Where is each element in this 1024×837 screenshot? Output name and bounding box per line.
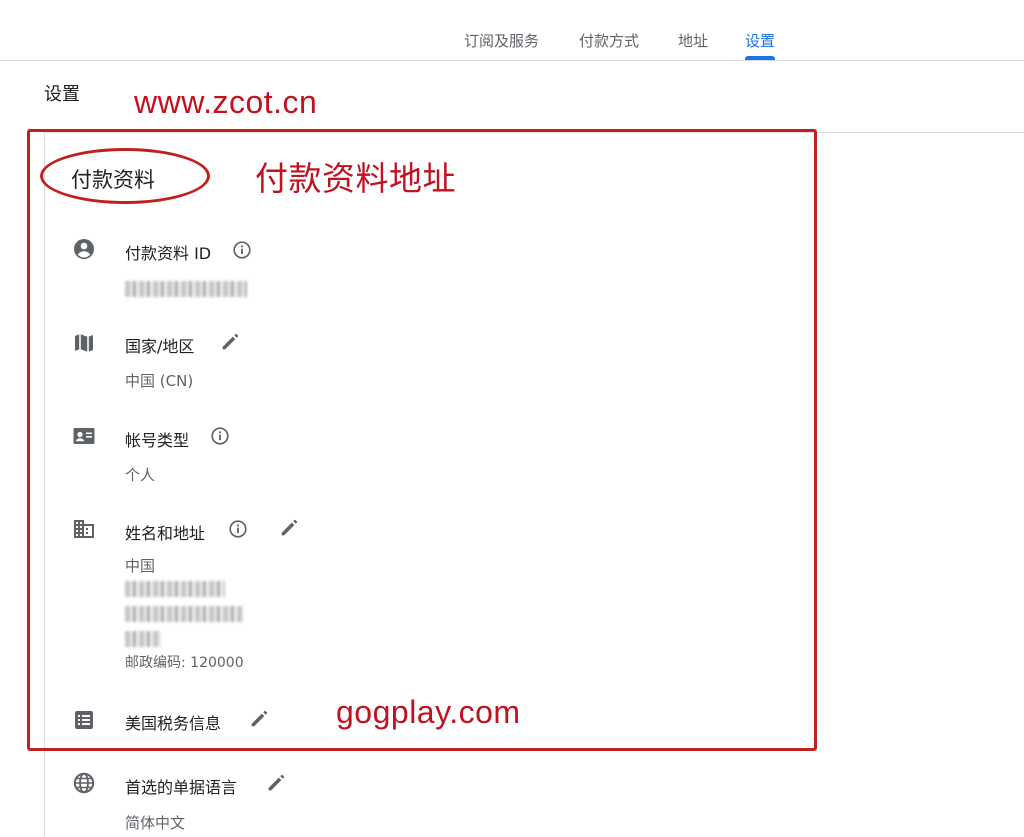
annotation-ellipse (40, 148, 210, 204)
annotation-highlight-box (27, 129, 817, 751)
language-value: 简体中文 (125, 814, 186, 832)
tab-payment-methods[interactable]: 付款方式 (579, 30, 639, 52)
active-tab-indicator (745, 56, 775, 60)
globe-icon (73, 772, 95, 794)
tab-settings[interactable]: 设置 (745, 30, 775, 52)
edit-pencil-icon[interactable] (265, 772, 287, 794)
page-title: 设置 (44, 84, 80, 105)
tab-subscriptions[interactable]: 订阅及服务 (464, 30, 539, 52)
language-label: 首选的单据语言 (125, 778, 238, 797)
tab-addresses[interactable]: 地址 (678, 30, 708, 52)
top-nav: 订阅及服务 付款方式 地址 设置 (0, 0, 1024, 61)
watermark-zcot: www.zcot.cn (134, 84, 318, 120)
